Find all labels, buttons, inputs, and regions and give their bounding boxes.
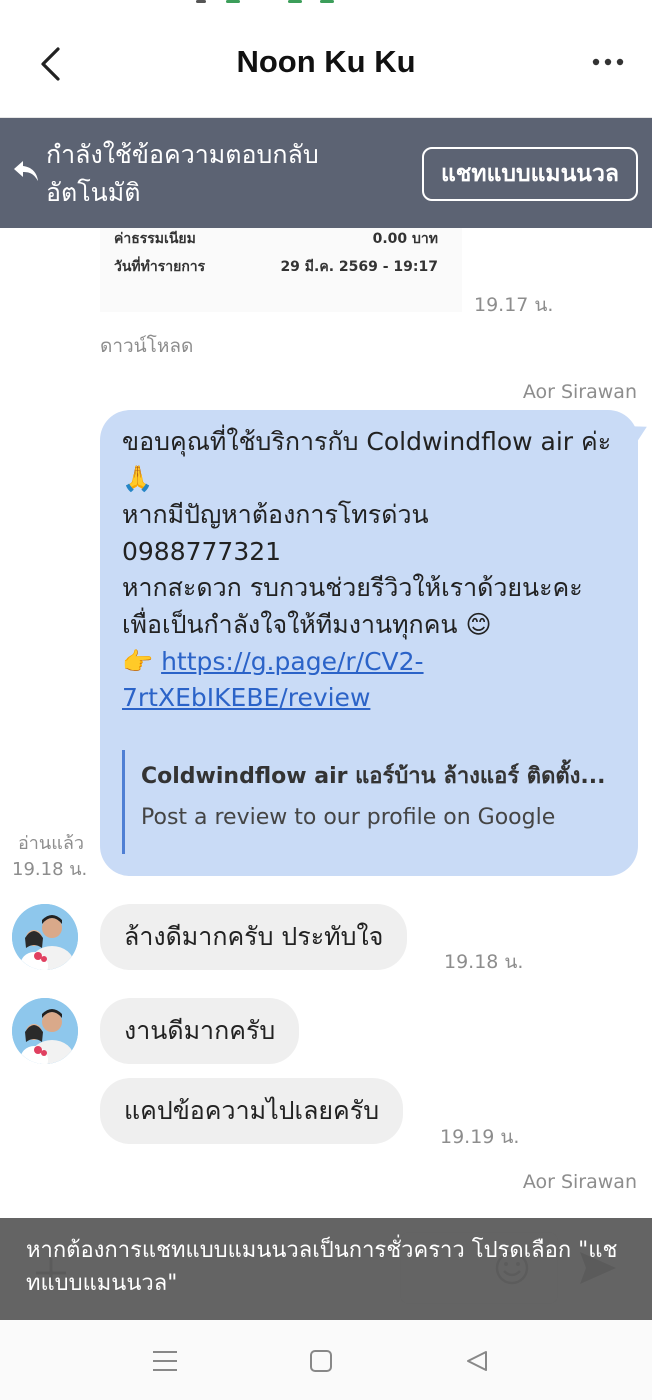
square-icon (310, 1350, 332, 1372)
more-options-button[interactable] (586, 40, 630, 84)
message-time: 19.19 น. (440, 1126, 520, 1148)
auto-reply-status: กำลังใช้ข้อความตอบกลับอัตโนมัติ (46, 140, 319, 207)
slip-label: ค่าธรรมเนียม (114, 231, 196, 247)
message-text: ล้างดีมากครับ ประทับใจ (124, 922, 384, 951)
incoming-message-bubble[interactable]: งานดีมากครับ (100, 998, 300, 1064)
chevron-left-icon (41, 47, 60, 81)
manual-chat-button[interactable]: แชทแบบแมนนวล (422, 147, 638, 201)
message-time: 19.18 น. (444, 951, 524, 973)
message-body: ขอบคุณที่ใช้บริการกับ Coldwindflow air ค… (122, 427, 612, 676)
system-nav-bar (0, 1320, 652, 1400)
review-link[interactable]: https://g.page/r/CV2-7rtXEbIKEBE/review (122, 647, 424, 713)
message-text: ขอบคุณที่ใช้บริการกับ Coldwindflow air ค… (122, 424, 622, 717)
avatar-photo-icon (12, 904, 78, 970)
outgoing-message-bubble[interactable]: ขอบคุณที่ใช้บริการกับ Coldwindflow air ค… (100, 410, 652, 876)
back-button[interactable] (28, 38, 72, 90)
home-button[interactable] (304, 1346, 338, 1376)
chat-title: Noon Ku Ku (236, 44, 416, 79)
status-indicator (288, 0, 302, 3)
avatar-photo-icon (12, 998, 78, 1064)
status-bar (0, 0, 652, 10)
slip-label: วันที่ทำรายการ (114, 259, 206, 275)
status-indicator (226, 0, 240, 3)
recent-apps-button[interactable] (148, 1346, 182, 1376)
message-time: 19.18 น. (12, 859, 88, 880)
status-indicator (320, 0, 334, 3)
contact-avatar[interactable] (12, 998, 78, 1064)
menu-lines-icon (153, 1351, 177, 1371)
slip-row: ค่าธรรมเนียม 0.00 บาท (114, 228, 448, 250)
slip-value: 0.00 บาท (372, 231, 438, 247)
incoming-message-bubble[interactable]: ล้างดีมากครับ ประทับใจ (100, 904, 408, 970)
message-text: งานดีมากครับ (124, 1016, 276, 1045)
manual-chat-toast: หากต้องการแชทแบบแมนนวลเป็นการชั่วคราว โป… (0, 1218, 652, 1320)
message-time: 19.17 น. (474, 294, 554, 316)
incoming-message-bubble[interactable]: แคปข้อความไปเลยครับ (100, 1078, 404, 1144)
chat-messages[interactable]: ค่าธรรมเนียม 0.00 บาท วันที่ทำรายการ 29 … (0, 228, 652, 1218)
status-indicator (196, 0, 206, 3)
link-preview[interactable]: Coldwindflow air แอร์บ้าน ล้างแอร์ ติดตั… (122, 750, 622, 854)
more-dots-icon (592, 58, 624, 66)
reply-arrow-icon (14, 161, 38, 181)
slip-row: วันที่ทำรายการ 29 มี.ค. 2569 - 19:17 (114, 256, 448, 278)
read-receipt: อ่านแล้ว (18, 833, 84, 854)
system-back-button[interactable] (460, 1346, 494, 1376)
download-link[interactable]: ดาวน์โหลด (100, 331, 193, 361)
chat-header: Noon Ku Ku (0, 10, 652, 118)
link-preview-description: Post a review to our profile on Google (141, 805, 556, 830)
triangle-back-icon (467, 1351, 487, 1371)
link-preview-title: Coldwindflow air แอร์บ้าน ล้างแอร์ ติดตั… (141, 764, 606, 789)
message-text: แคปข้อความไปเลยครับ (124, 1096, 380, 1125)
bubble-tail (628, 419, 652, 443)
contact-avatar[interactable] (12, 904, 78, 970)
image-message[interactable]: ค่าธรรมเนียม 0.00 บาท วันที่ทำรายการ 29 … (100, 228, 462, 312)
sender-name: Aor Sirawan (522, 1171, 637, 1193)
sender-name: Aor Sirawan (522, 381, 637, 403)
auto-reply-banner: กำลังใช้ข้อความตอบกลับอัตโนมัติ แชทแบบแม… (0, 118, 652, 228)
slip-value: 29 มี.ค. 2569 - 19:17 (280, 259, 438, 275)
